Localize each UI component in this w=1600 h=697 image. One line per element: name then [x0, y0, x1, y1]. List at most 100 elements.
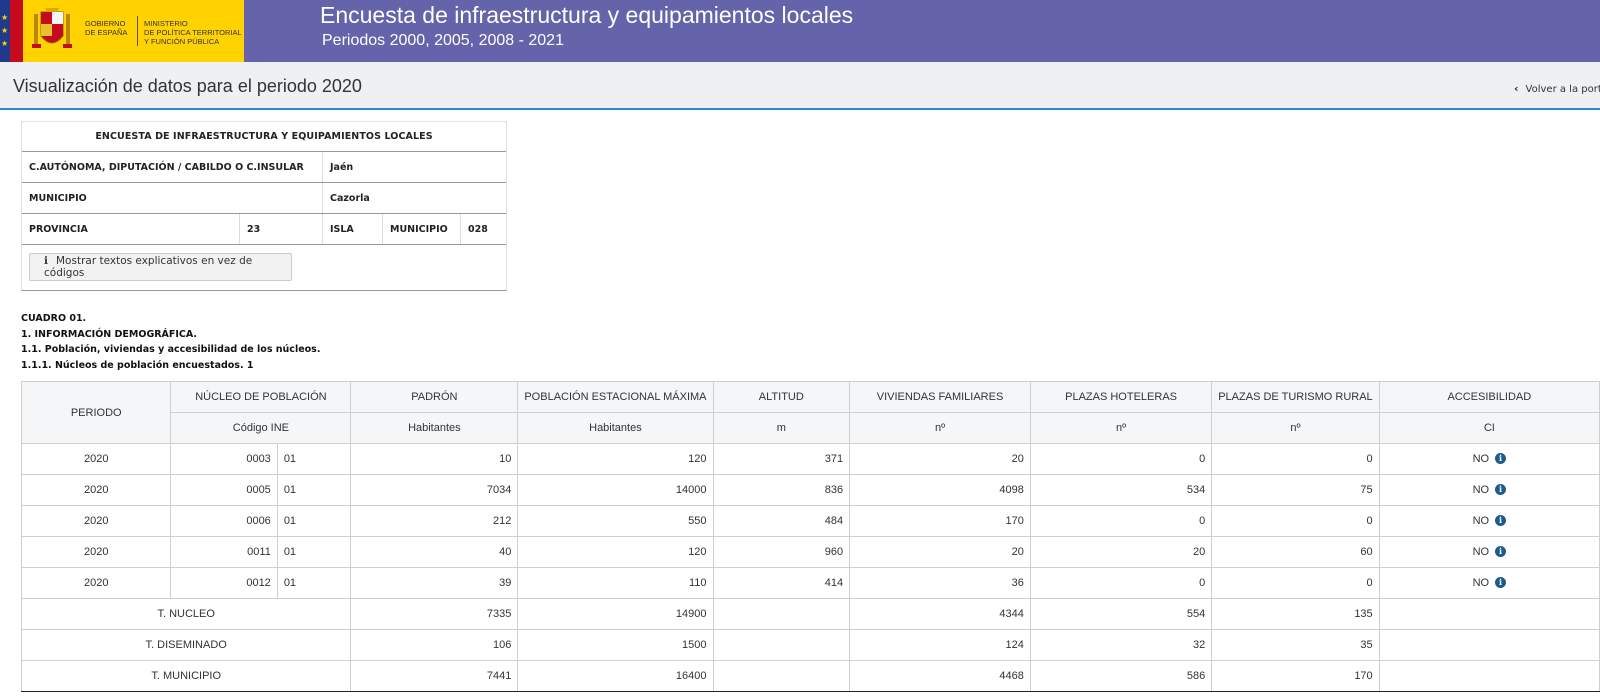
cell-periodo: 2020	[20, 536, 172, 568]
site-title: Encuesta de infraestructura y equipamien…	[320, 2, 854, 28]
total-poblacion: 1500	[517, 629, 714, 661]
ministry-text: MINISTERIO DE POLÍTICA TERRITORIAL Y FUN…	[144, 19, 242, 46]
cuadro-heading: CUADRO 01. 1. INFORMACIÓN DEMOGRÁFICA. 1…	[21, 311, 320, 374]
total-accesibilidad	[1378, 629, 1600, 661]
divider	[460, 214, 461, 244]
cell-accesibilidad: NO i	[1378, 536, 1600, 568]
show-texts-label: Mostrar textos explicativos en vez de có…	[44, 255, 253, 279]
star-icon: ★	[1, 26, 9, 35]
info-icon[interactable]: i	[1495, 484, 1507, 495]
cell-hoteleras: 20	[1029, 536, 1213, 568]
cell-turismo: 0	[1211, 567, 1380, 599]
header-altitud: ALTITUD	[712, 381, 851, 413]
chevron-left-icon: ‹	[1514, 82, 1519, 95]
accesibilidad-value: NO	[1472, 484, 1490, 496]
total-turismo: 35	[1211, 629, 1380, 661]
total-viviendas: 124	[849, 629, 1031, 661]
header-nucleo: NÚCLEO DE POBLACIÓN	[170, 381, 352, 413]
total-accesibilidad	[1378, 598, 1600, 630]
cell-altitud: 484	[712, 505, 851, 537]
page-title: Visualización de datos para el periodo 2…	[13, 76, 362, 96]
provincia-value: 23	[247, 224, 261, 235]
header-poblacion: POBLACIÓN ESTACIONAL MÁXIMA	[517, 381, 714, 413]
cell-hoteleras: 0	[1029, 505, 1213, 537]
cell-turismo: 60	[1211, 536, 1380, 568]
ccaa-label: C.AUTÓNOMA, DIPUTACIÓN / CABILDO O C.INS…	[29, 162, 304, 173]
cell-code: 0003	[170, 443, 278, 475]
cell-poblacion: 550	[517, 505, 714, 537]
total-hoteleras: 554	[1029, 598, 1213, 630]
total-altitud	[712, 598, 851, 630]
provincia-label: PROVINCIA	[29, 224, 88, 235]
cell-padron: 7034	[350, 474, 519, 506]
survey-info-heading: ENCUESTA DE INFRAESTRUCTURA Y EQUIPAMIEN…	[22, 122, 506, 152]
accesibilidad-value: NO	[1472, 577, 1490, 589]
cell-accesibilidad: NO i	[1378, 443, 1600, 475]
government-logo[interactable]: ★ ★ ★ GOBIERNO DE ESPAÑA MINISTERIO DE P…	[0, 0, 244, 62]
cell-subcode: 01	[276, 567, 352, 599]
population-nuclei-table: PERIODO NÚCLEO DE POBLACIÓN PADRÓN POBLA…	[20, 381, 1600, 692]
total-altitud	[712, 660, 851, 692]
municipio-label: MUNICIPIO	[29, 193, 87, 204]
info-row-codes: PROVINCIA 23 ISLA MUNICIPIO 028	[22, 214, 506, 245]
subheader-viviendas: nº	[849, 412, 1031, 444]
gov-text: GOBIERNO DE ESPAÑA	[85, 19, 128, 37]
info-icon[interactable]: i	[1495, 453, 1507, 464]
municipio-code-label: MUNICIPIO	[390, 224, 448, 235]
subheader-turismo: nº	[1211, 412, 1380, 444]
info-icon[interactable]: i	[1495, 546, 1507, 557]
total-padron: 106	[350, 629, 519, 661]
info-icon[interactable]: i	[1495, 515, 1507, 526]
star-icon: ★	[1, 39, 9, 48]
cell-hoteleras: 0	[1029, 443, 1213, 475]
divider	[382, 214, 383, 244]
coat-of-arms-icon	[32, 8, 72, 48]
subheader-padron: Habitantes	[350, 412, 519, 444]
total-poblacion: 14900	[517, 598, 714, 630]
total-accesibilidad	[1378, 660, 1600, 692]
show-explanatory-texts-button[interactable]: i Mostrar textos explicativos en vez de c…	[29, 253, 292, 281]
cell-subcode: 01	[276, 536, 352, 568]
site-subtitle: Periodos 2000, 2005, 2008 - 2021	[322, 32, 564, 49]
header-hoteleras: PLAZAS HOTELERAS	[1029, 381, 1213, 413]
subheader-hoteleras: nº	[1029, 412, 1213, 444]
header-accesibilidad: ACCESIBILIDAD	[1378, 381, 1600, 413]
total-hoteleras: 32	[1029, 629, 1213, 661]
divider	[322, 152, 323, 182]
cell-poblacion: 120	[517, 443, 714, 475]
header-turismo: PLAZAS DE TURISMO RURAL	[1211, 381, 1380, 413]
divider	[239, 214, 240, 244]
info-icon: i	[44, 255, 48, 267]
survey-info-panel: ENCUESTA DE INFRAESTRUCTURA Y EQUIPAMIEN…	[21, 121, 507, 291]
total-viviendas: 4344	[849, 598, 1031, 630]
site-header: ★ ★ ★ GOBIERNO DE ESPAÑA MINISTERIO DE P…	[0, 0, 1600, 62]
cuadro-line: 1.1.1. Núcleos de población encuestados.…	[21, 360, 254, 372]
cuadro-line: 1. INFORMACIÓN DEMOGRÁFICA.	[21, 328, 198, 340]
info-actions: i Mostrar textos explicativos en vez de c…	[22, 245, 506, 290]
cell-hoteleras: 534	[1029, 474, 1213, 506]
total-padron: 7441	[350, 660, 519, 692]
cell-periodo: 2020	[20, 474, 172, 506]
cell-subcode: 01	[276, 505, 352, 537]
info-icon[interactable]: i	[1495, 577, 1507, 588]
cell-padron: 40	[350, 536, 519, 568]
total-hoteleras: 586	[1029, 660, 1213, 692]
divider	[322, 183, 323, 213]
back-to-home-link[interactable]: ‹ Volver a la portada	[1514, 82, 1600, 95]
info-row-municipio: MUNICIPIO Cazorla	[22, 183, 506, 214]
cell-accesibilidad: NO i	[1378, 505, 1600, 537]
ccaa-value: Jaén	[330, 162, 354, 173]
page-title-bar: Visualización de datos para el periodo 2…	[0, 62, 1600, 110]
table-row: 2020 0011 01 40 120 960 20 20 60 NO i	[20, 536, 1600, 568]
total-row-nucleo: T. NUCLEO 7335 14900 4344 554 135	[20, 598, 1600, 630]
subheader-nucleo: Código INE	[170, 412, 352, 444]
total-row-diseminado: T. DISEMINADO 106 1500 124 32 35	[20, 629, 1600, 661]
total-turismo: 135	[1211, 598, 1380, 630]
table-row: 2020 0005 01 7034 14000 836 4098 534 75 …	[20, 474, 1600, 506]
cell-viviendas: 170	[849, 505, 1031, 537]
cell-turismo: 0	[1211, 443, 1380, 475]
star-icon: ★	[1, 13, 9, 22]
cell-padron: 10	[350, 443, 519, 475]
cell-turismo: 75	[1211, 474, 1380, 506]
municipio-code-value: 028	[468, 224, 488, 235]
